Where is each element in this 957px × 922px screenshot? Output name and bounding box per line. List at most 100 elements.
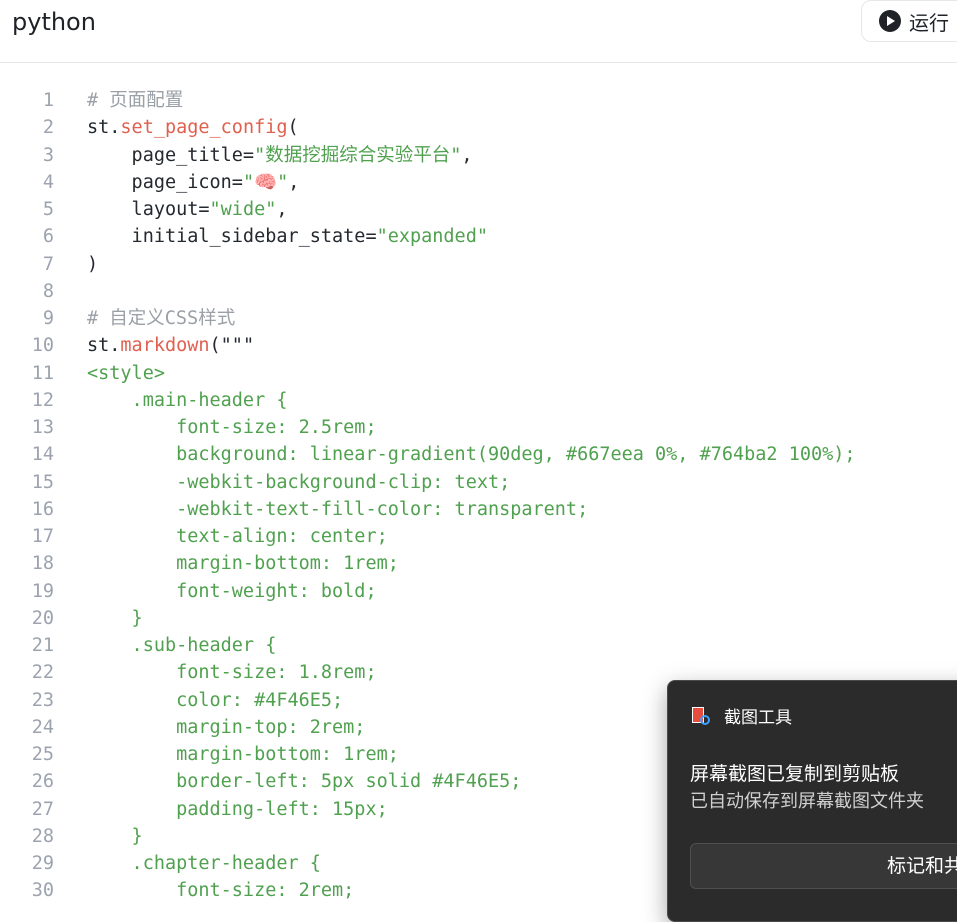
- notification-title: 屏幕截图已复制到剪贴板: [690, 763, 900, 785]
- code-text: font-size: 1.8rem;: [87, 659, 377, 686]
- code-token: margin-bottom: 1rem;: [87, 553, 399, 575]
- code-text: text-align: center;: [87, 523, 388, 550]
- code-line: 18 margin-bottom: 1rem;: [0, 550, 957, 577]
- code-token: markdown: [120, 335, 210, 357]
- code-text: margin-bottom: 1rem;: [87, 550, 399, 577]
- code-text: border-left: 5px solid #4F46E5;: [87, 768, 521, 795]
- code-text: font-weight: bold;: [87, 578, 377, 605]
- play-circle-icon: [879, 10, 901, 32]
- line-number: 27: [31, 798, 54, 820]
- code-token: color: #4F46E5;: [87, 689, 344, 711]
- code-token: (""": [209, 335, 255, 357]
- code-text: .sub-header {: [87, 632, 277, 659]
- code-line: 14 background: linear-gradient(90deg, #6…: [0, 441, 957, 468]
- code-text: -webkit-background-clip: text;: [87, 469, 510, 496]
- code-token: initial_sidebar_state=: [87, 226, 377, 248]
- code-text: initial_sidebar_state="expanded": [87, 223, 488, 250]
- code-text: page_title="数据挖掘综合实验平台",: [87, 142, 473, 169]
- code-token: -webkit-background-clip: text;: [87, 471, 511, 493]
- code-token: st.: [87, 335, 121, 357]
- line-number: 29: [31, 853, 54, 874]
- code-line: 4 page_icon="🧠",: [0, 169, 957, 196]
- code-text: layout="wide",: [87, 196, 288, 223]
- run-button[interactable]: 运行: [861, 0, 957, 42]
- code-text: font-size: 2rem;: [87, 877, 354, 904]
- code-token: "wide": [209, 199, 277, 220]
- code-line: 10 st.markdown(""": [0, 332, 957, 359]
- line-number: 25: [31, 744, 54, 765]
- line-number: 26: [31, 771, 54, 793]
- code-token: .main-header {: [87, 389, 288, 411]
- code-text: ): [87, 251, 98, 278]
- code-token: page_icon=: [87, 171, 243, 193]
- line-number: 19: [31, 580, 54, 602]
- markup-and-share-button[interactable]: 标记和共享: [690, 843, 957, 889]
- line-number: 11: [31, 362, 54, 384]
- code-text: }: [87, 605, 143, 632]
- code-token: font-size: 1.8rem;: [87, 662, 377, 684]
- code-line: 6 initial_sidebar_state="expanded": [0, 223, 957, 250]
- code-token: .sub-header {: [87, 635, 277, 656]
- code-line: 3 page_title="数据挖掘综合实验平台",: [0, 142, 957, 169]
- line-number: 22: [31, 662, 54, 684]
- line-number: 20: [31, 607, 54, 629]
- code-line: 19 font-weight: bold;: [0, 578, 957, 605]
- code-line: 8: [0, 278, 957, 305]
- code-token: font-size: 2.5rem;: [87, 417, 377, 438]
- line-number: 14: [31, 444, 54, 466]
- code-token: ,: [276, 199, 288, 220]
- code-line: 12 .main-header {: [0, 387, 957, 414]
- code-token: }: [87, 607, 143, 629]
- code-token: <style>: [87, 362, 165, 384]
- code-token: "expanded": [376, 226, 488, 248]
- code-line: 11 <style>: [0, 360, 957, 387]
- line-number: 17: [31, 526, 54, 547]
- line-number: 13: [31, 417, 54, 438]
- line-number: 7: [42, 253, 54, 275]
- code-token: text-align: center;: [87, 526, 388, 547]
- code-text: -webkit-text-fill-color: transparent;: [87, 496, 588, 523]
- line-number: 2: [42, 117, 54, 139]
- line-number: 16: [31, 498, 54, 520]
- code-token: font-weight: bold;: [87, 580, 377, 602]
- code-token: font-size: 2rem;: [87, 880, 355, 902]
- code-token: set_page_config: [120, 117, 288, 139]
- code-text: st.markdown(""": [87, 332, 254, 359]
- code-line: 16 -webkit-text-fill-color: transparent;: [0, 496, 957, 523]
- code-text: padding-left: 15px;: [87, 796, 388, 823]
- line-number: 15: [31, 471, 54, 493]
- code-token: ,: [461, 144, 473, 166]
- code-token: padding-left: 15px;: [87, 798, 388, 820]
- code-line: 13 font-size: 2.5rem;: [0, 414, 957, 441]
- code-line: 9 # 自定义CSS样式: [0, 305, 957, 332]
- code-line: 7): [0, 251, 957, 278]
- code-token: "数据挖掘综合实验平台": [254, 144, 462, 166]
- code-token: -webkit-text-fill-color: transparent;: [87, 498, 589, 520]
- code-token: }: [87, 825, 143, 847]
- code-token: (: [287, 117, 299, 139]
- code-token: margin-top: 2rem;: [87, 716, 366, 738]
- code-line: 1 # 页面配置: [0, 87, 957, 114]
- code-token: ,: [288, 171, 300, 193]
- code-token: ): [87, 253, 99, 275]
- code-text: .main-header {: [87, 387, 288, 414]
- line-number: 1: [42, 90, 54, 111]
- code-token: st.: [87, 117, 121, 139]
- code-line: 21 .sub-header {: [0, 632, 957, 659]
- run-button-label: 运行: [909, 10, 949, 35]
- line-number: 3: [42, 144, 54, 166]
- line-number: 23: [31, 689, 54, 711]
- notification-app-name: 截图工具: [724, 708, 792, 728]
- code-text: color: #4F46E5;: [87, 687, 343, 714]
- code-text: st.set_page_config(: [87, 114, 299, 141]
- snipping-tool-notification[interactable]: 截图工具 屏幕截图已复制到剪贴板 已自动保存到屏幕截图文件夹 标记和共享: [667, 680, 957, 922]
- code-text: background: linear-gradient(90deg, #667e…: [87, 441, 855, 468]
- line-number: 10: [31, 335, 54, 357]
- line-number: 12: [31, 389, 54, 411]
- notification-body: 已自动保存到屏幕截图文件夹: [690, 791, 924, 812]
- code-text: .chapter-header {: [87, 850, 321, 877]
- code-token: layout=: [87, 199, 210, 220]
- code-token: .chapter-header {: [87, 853, 321, 874]
- code-text: <style>: [87, 360, 165, 387]
- code-token: # 自定义CSS样式: [87, 308, 236, 329]
